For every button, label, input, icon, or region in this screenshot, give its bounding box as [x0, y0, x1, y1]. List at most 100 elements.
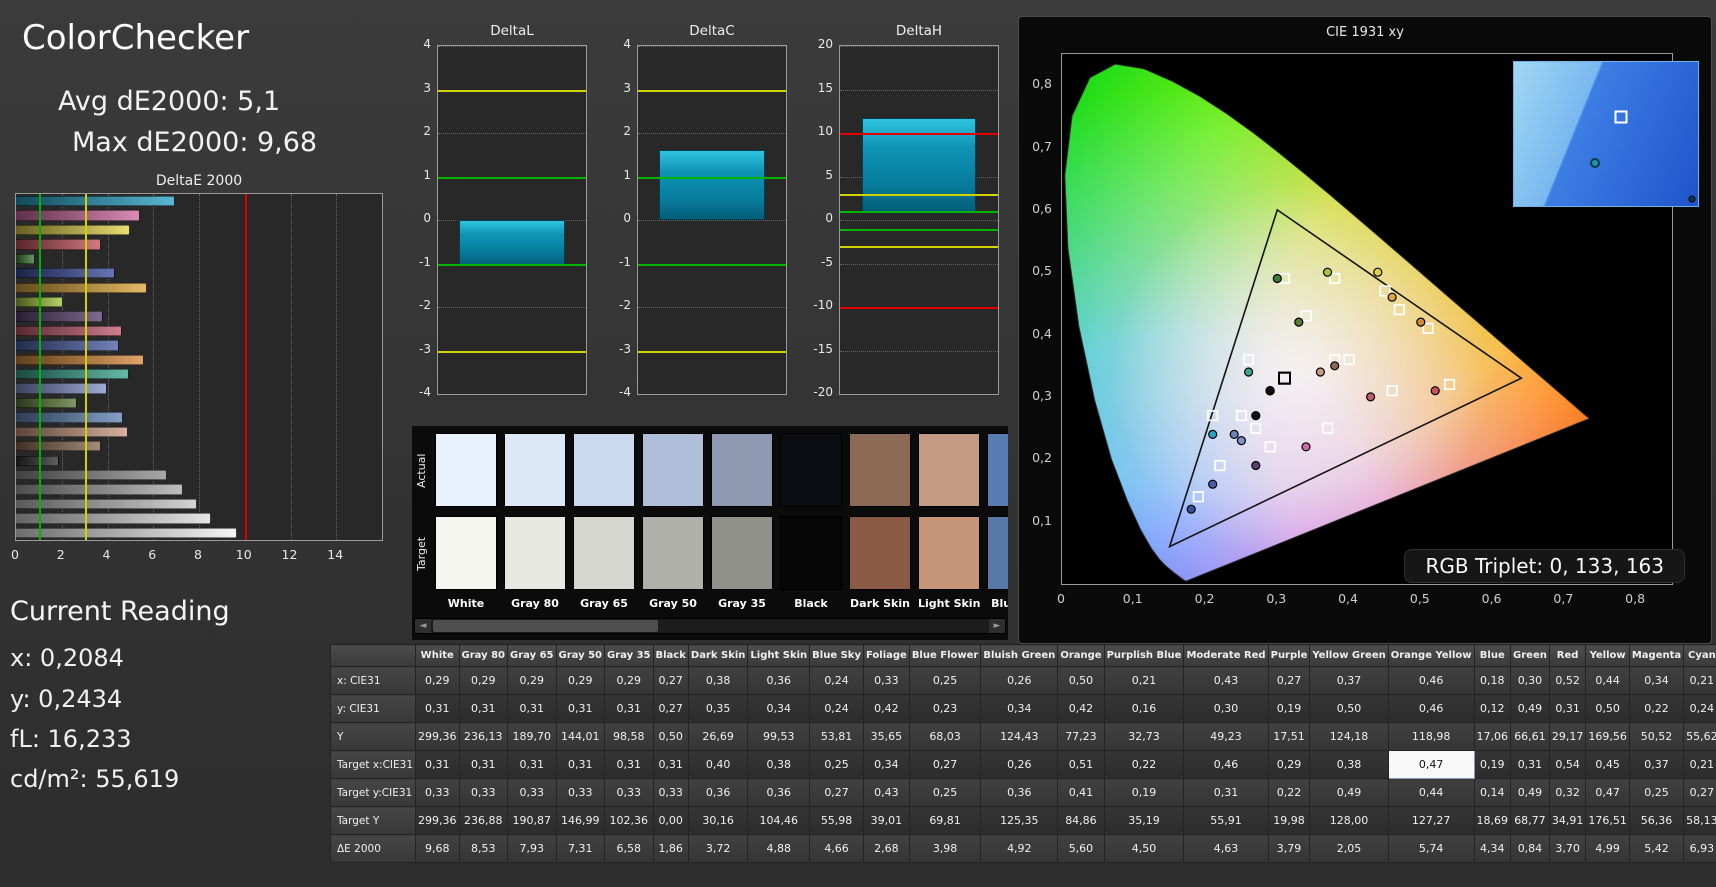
cell[interactable]: 2,68	[862, 834, 910, 863]
cell[interactable]: 0,23	[908, 694, 982, 723]
cell[interactable]: 0,24	[809, 666, 864, 695]
target-swatch-gray-65[interactable]	[573, 516, 635, 590]
cell[interactable]: 0,51	[1057, 750, 1105, 779]
cell[interactable]: 0,21	[1103, 666, 1185, 695]
cell[interactable]: 0,33	[652, 778, 689, 807]
col-header-moderate-red[interactable]: Moderate Red	[1183, 644, 1269, 667]
cell[interactable]: 299,36	[415, 806, 460, 835]
cell[interactable]: 0,22	[1103, 750, 1185, 779]
col-header-yellow[interactable]: Yellow	[1585, 644, 1630, 667]
cell[interactable]: 4,88	[747, 834, 811, 863]
cell[interactable]: 55,91	[1183, 806, 1269, 835]
cell[interactable]: 0,31	[652, 750, 689, 779]
cell[interactable]: 6,58	[604, 834, 654, 863]
col-header-gray-50[interactable]: Gray 50	[555, 644, 605, 667]
cell[interactable]: 68,77	[1510, 806, 1550, 835]
cell[interactable]: 0,31	[1510, 750, 1550, 779]
cell[interactable]: 0,31	[604, 750, 654, 779]
actual-swatch-dark-skin[interactable]	[849, 433, 911, 507]
cell[interactable]: 0,19	[1473, 750, 1512, 779]
cell[interactable]: 0,29	[555, 666, 605, 695]
cell[interactable]: 0,33	[507, 778, 557, 807]
cell[interactable]: 0,31	[1183, 778, 1269, 807]
cell[interactable]: 0,42	[1057, 694, 1105, 723]
cell[interactable]: 68,03	[908, 722, 982, 751]
col-header-light-skin[interactable]: Light Skin	[747, 644, 811, 667]
cell[interactable]: 0,31	[458, 750, 508, 779]
cell[interactable]: 0,42	[862, 694, 910, 723]
cell[interactable]: 0,19	[1267, 694, 1311, 723]
col-header-black[interactable]: Black	[652, 644, 689, 667]
target-swatch-gray-80[interactable]	[504, 516, 566, 590]
col-header-orange[interactable]: Orange	[1057, 644, 1105, 667]
cell[interactable]: 0,27	[1683, 778, 1716, 807]
cell[interactable]: 0,46	[1387, 694, 1475, 723]
cell[interactable]: 0,31	[507, 750, 557, 779]
cell[interactable]: 0,52	[1548, 666, 1587, 695]
cell[interactable]: 299,36	[415, 722, 460, 751]
scroll-right-icon[interactable]: ►	[989, 619, 1005, 633]
cell[interactable]: 0,44	[1585, 666, 1630, 695]
cell[interactable]: 0,50	[1309, 694, 1389, 723]
cell[interactable]: 0,31	[507, 694, 557, 723]
swatch-scrollbar[interactable]: ◄ ►	[414, 618, 1006, 634]
cell[interactable]: 144,01	[555, 722, 605, 751]
cell[interactable]: 32,73	[1103, 722, 1185, 751]
cell[interactable]: 0,47	[1585, 778, 1630, 807]
cell[interactable]: 3,98	[908, 834, 982, 863]
cell[interactable]: 0,26	[980, 666, 1059, 695]
cell[interactable]: 53,81	[809, 722, 864, 751]
cell[interactable]: 0,25	[809, 750, 864, 779]
col-header-foliage[interactable]: Foliage	[862, 644, 910, 667]
cell[interactable]: 0,33	[555, 778, 605, 807]
cell[interactable]: 0,27	[908, 750, 982, 779]
cell[interactable]: 77,23	[1057, 722, 1105, 751]
cell[interactable]: 69,81	[908, 806, 982, 835]
target-swatch-white[interactable]	[435, 516, 497, 590]
cell[interactable]: 26,69	[687, 722, 749, 751]
actual-swatch-gray-65[interactable]	[573, 433, 635, 507]
scrollbar-thumb[interactable]	[433, 620, 658, 632]
cell[interactable]: 0,27	[1267, 666, 1311, 695]
cell[interactable]: 50,52	[1628, 722, 1685, 751]
col-header-yellow-green[interactable]: Yellow Green	[1309, 644, 1389, 667]
cell[interactable]: 0,38	[1309, 750, 1389, 779]
cell[interactable]: 0,36	[687, 778, 749, 807]
cell[interactable]: 0,46	[1387, 666, 1475, 695]
scroll-left-icon[interactable]: ◄	[415, 619, 431, 633]
cell[interactable]: 0,24	[1683, 694, 1716, 723]
col-header-dark-skin[interactable]: Dark Skin	[687, 644, 749, 667]
target-swatch-black[interactable]	[780, 516, 842, 590]
cell[interactable]: 0,40	[687, 750, 749, 779]
cell[interactable]: 39,01	[862, 806, 910, 835]
target-swatch-light-skin[interactable]	[918, 516, 980, 590]
cell[interactable]: 0,45	[1585, 750, 1630, 779]
cell[interactable]: 0,30	[1183, 694, 1269, 723]
cell[interactable]: 128,00	[1309, 806, 1389, 835]
cell[interactable]: 0,50	[1585, 694, 1630, 723]
cell[interactable]: 35,65	[862, 722, 910, 751]
cell[interactable]: 0,18	[1473, 666, 1512, 695]
cell[interactable]: 6,93	[1683, 834, 1716, 863]
cell[interactable]: 127,27	[1387, 806, 1475, 835]
cell[interactable]: 0,31	[458, 694, 508, 723]
cell[interactable]: 0,33	[862, 666, 910, 695]
cell[interactable]: 190,87	[507, 806, 557, 835]
cell[interactable]: 0,37	[1309, 666, 1389, 695]
cell[interactable]: 58,13	[1683, 806, 1716, 835]
actual-swatch-white[interactable]	[435, 433, 497, 507]
cell[interactable]: 0,46	[1183, 750, 1269, 779]
cell[interactable]: 34,91	[1548, 806, 1587, 835]
col-header-gray-80[interactable]: Gray 80	[458, 644, 508, 667]
cell[interactable]: 0,54	[1548, 750, 1587, 779]
cell[interactable]: 35,19	[1103, 806, 1185, 835]
cell[interactable]: 0,31	[415, 694, 460, 723]
cell[interactable]: 0,49	[1309, 778, 1389, 807]
cell[interactable]: 3,70	[1548, 834, 1587, 863]
col-header-purple[interactable]: Purple	[1267, 644, 1311, 667]
col-header-blue-sky[interactable]: Blue Sky	[809, 644, 864, 667]
cell[interactable]: 0,33	[604, 778, 654, 807]
cell[interactable]: 0,31	[555, 750, 605, 779]
cell[interactable]: 29,17	[1548, 722, 1587, 751]
cell[interactable]: 102,36	[604, 806, 654, 835]
